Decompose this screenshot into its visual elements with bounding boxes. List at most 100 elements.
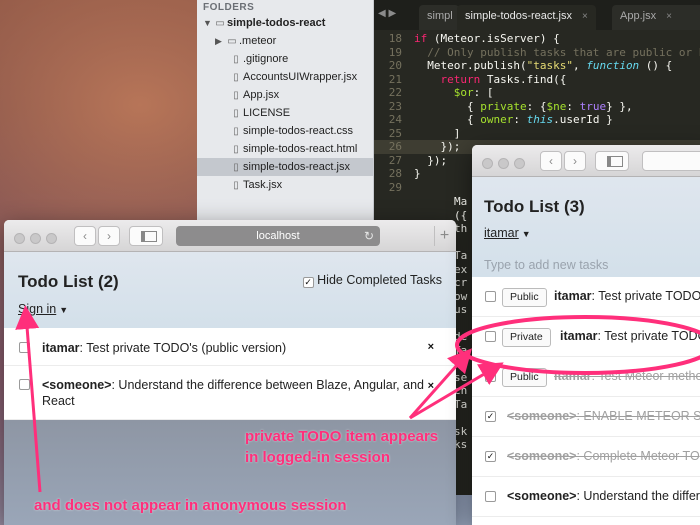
code-text: ]	[414, 126, 461, 140]
task-checkbox[interactable]	[19, 379, 30, 390]
sidebar-item-label: .gitignore	[243, 53, 289, 65]
reload-icon[interactable]: ↻	[364, 226, 374, 246]
zoom-window-icon[interactable]	[46, 233, 57, 244]
task-checkbox[interactable]: ✓	[485, 371, 496, 382]
close-window-icon[interactable]	[482, 158, 493, 169]
address-bar[interactable]	[642, 151, 700, 171]
editor-tab[interactable]: simpl	[419, 5, 459, 30]
tab-nav-arrows-icon[interactable]: ◀ ▶	[378, 8, 396, 19]
sidebar-folder[interactable]: ▶ ▭ .meteor	[197, 32, 373, 50]
browser-window-logged-in: ‹ › Todo List (3) itamar ▼ Type to add ne…	[472, 145, 700, 525]
sidebar-file[interactable]: ▯ LICENSE	[197, 104, 373, 122]
back-button[interactable]: ‹	[540, 151, 562, 171]
sidebar-item-label: LICENSE	[243, 107, 291, 119]
window-controls[interactable]	[14, 231, 62, 249]
line-number: 23	[388, 99, 402, 113]
code-line: 25 ]	[374, 127, 700, 141]
code-line: 24 { owner: this.userId }	[374, 113, 700, 127]
code-text: // Only publish tasks that are public or…	[414, 45, 700, 59]
task-owner: itamar	[42, 341, 80, 355]
address-bar[interactable]: localhost ↻	[176, 226, 380, 246]
task-item: <someone>: Understand the differ	[472, 477, 700, 517]
line-number: 24	[388, 113, 402, 126]
sidebar-file[interactable]: ▯ Task.jsx	[197, 176, 373, 194]
hide-completed-checkbox[interactable]: ✓	[302, 277, 314, 288]
expand-arrow-icon[interactable]: ▼	[203, 14, 213, 32]
hide-completed-toggle[interactable]: ✓ Hide Completed Tasks	[302, 273, 442, 288]
editor-tab-active[interactable]: simple-todos-react.jsx ×	[457, 5, 596, 30]
task-checkbox[interactable]	[485, 331, 496, 342]
new-task-input[interactable]: Type to add new tasks	[484, 258, 608, 272]
sidebar-item-label: App.jsx	[243, 89, 280, 101]
user-menu-link[interactable]: itamar ▼	[484, 226, 531, 240]
task-owner: <someone>	[42, 378, 112, 392]
line-number: 28	[388, 167, 402, 180]
file-icon: ▯	[233, 108, 239, 119]
minimize-window-icon[interactable]	[498, 158, 509, 169]
task-checkbox[interactable]: ✓	[485, 411, 496, 422]
task-text: : Complete Meteor TO	[576, 449, 700, 463]
page-title: Todo List (3)	[484, 197, 585, 216]
task-owner: <someone>	[507, 489, 577, 503]
sidebar-toggle-icon[interactable]	[129, 226, 163, 246]
dropdown-caret-icon: ▼	[521, 229, 531, 239]
code-text: }	[414, 167, 421, 180]
sidebar-item-label: simple-todos-react.css	[243, 125, 354, 137]
sidebar-file[interactable]: ▯ simple-todos-react.css	[197, 122, 373, 140]
editor-tab[interactable]: App.jsx ×	[612, 5, 700, 30]
annotation-text: and does not appear in anonymous session	[34, 497, 347, 514]
task-owner: itamar	[554, 369, 592, 383]
sidebar-toggle-icon[interactable]	[595, 151, 629, 171]
task-owner: <someone>	[507, 449, 577, 463]
code-fragment: Ma	[454, 195, 468, 208]
close-tab-icon[interactable]: ×	[582, 11, 588, 22]
line-number: 29	[388, 180, 402, 194]
task-text: : Test private TODO	[591, 289, 700, 303]
browser-toolbar: ‹ ›	[472, 145, 700, 177]
code-text: $or: [	[453, 86, 494, 99]
toggle-privacy-button[interactable]: Private	[502, 328, 551, 347]
delete-task-icon[interactable]: ×	[428, 380, 434, 392]
task-checkbox[interactable]	[485, 491, 496, 502]
new-tab-icon[interactable]: +	[434, 226, 454, 246]
sidebar-folder[interactable]: ▼ ▭ simple-todos-react	[197, 14, 373, 32]
sidebar-item-label: simple-todos-react	[227, 17, 326, 29]
code-text: return Tasks.find({	[440, 72, 567, 86]
annotation-text: in logged-in session	[245, 449, 391, 466]
sign-in-link[interactable]: Sign in ▼	[18, 302, 68, 316]
collapse-arrow-icon[interactable]: ▶	[215, 32, 225, 50]
minimize-window-icon[interactable]	[30, 233, 41, 244]
back-button[interactable]: ‹	[74, 226, 96, 246]
task-checkbox[interactable]	[485, 291, 496, 302]
code-text: });	[414, 153, 448, 167]
task-owner: itamar	[560, 329, 598, 343]
zoom-window-icon[interactable]	[514, 158, 525, 169]
forward-button[interactable]: ›	[98, 226, 120, 246]
toggle-privacy-button[interactable]: Public	[502, 288, 547, 307]
line-number: 20	[388, 59, 402, 72]
task-checkbox[interactable]	[19, 342, 30, 353]
sidebar-file[interactable]: ▯ simple-todos-react.jsx	[197, 158, 373, 176]
sidebar-file[interactable]: ▯ .gitignore	[197, 50, 373, 68]
task-text: : Test private TODO	[597, 329, 700, 343]
file-tree: ▼ ▭ simple-todos-react ▶ ▭ .meteor ▯ .gitignore…	[197, 14, 373, 194]
close-window-icon[interactable]	[14, 233, 25, 244]
folders-header: FOLDERS	[203, 2, 255, 13]
close-tab-icon[interactable]: ×	[666, 11, 672, 22]
editor-tabbar: ◀ ▶ simpl simple-todos-react.jsx × App.js…	[374, 0, 700, 30]
file-icon: ▯	[233, 180, 239, 191]
sidebar-file[interactable]: ▯ simple-todos-react.html	[197, 140, 373, 158]
sidebar-item-label: AccountsUIWrapper.jsx	[243, 71, 358, 83]
folder-icon: ▭	[215, 18, 225, 29]
task-checkbox[interactable]: ✓	[485, 451, 496, 462]
code-text: Meteor.publish("tasks", function () {	[414, 59, 673, 72]
code-text: });	[414, 140, 461, 153]
toggle-privacy-button[interactable]: Public	[502, 368, 547, 387]
sidebar-file[interactable]: ▯ AccountsUIWrapper.jsx	[197, 68, 373, 86]
delete-task-icon[interactable]: ×	[428, 341, 434, 353]
sidebar-file[interactable]: ▯ App.jsx	[197, 86, 373, 104]
window-controls[interactable]	[482, 156, 530, 174]
code-text: { private: {$ne: true} },	[414, 99, 633, 113]
task-item: ✓ Public itamar: Test Meteor-metho	[472, 357, 700, 397]
forward-button[interactable]: ›	[564, 151, 586, 171]
